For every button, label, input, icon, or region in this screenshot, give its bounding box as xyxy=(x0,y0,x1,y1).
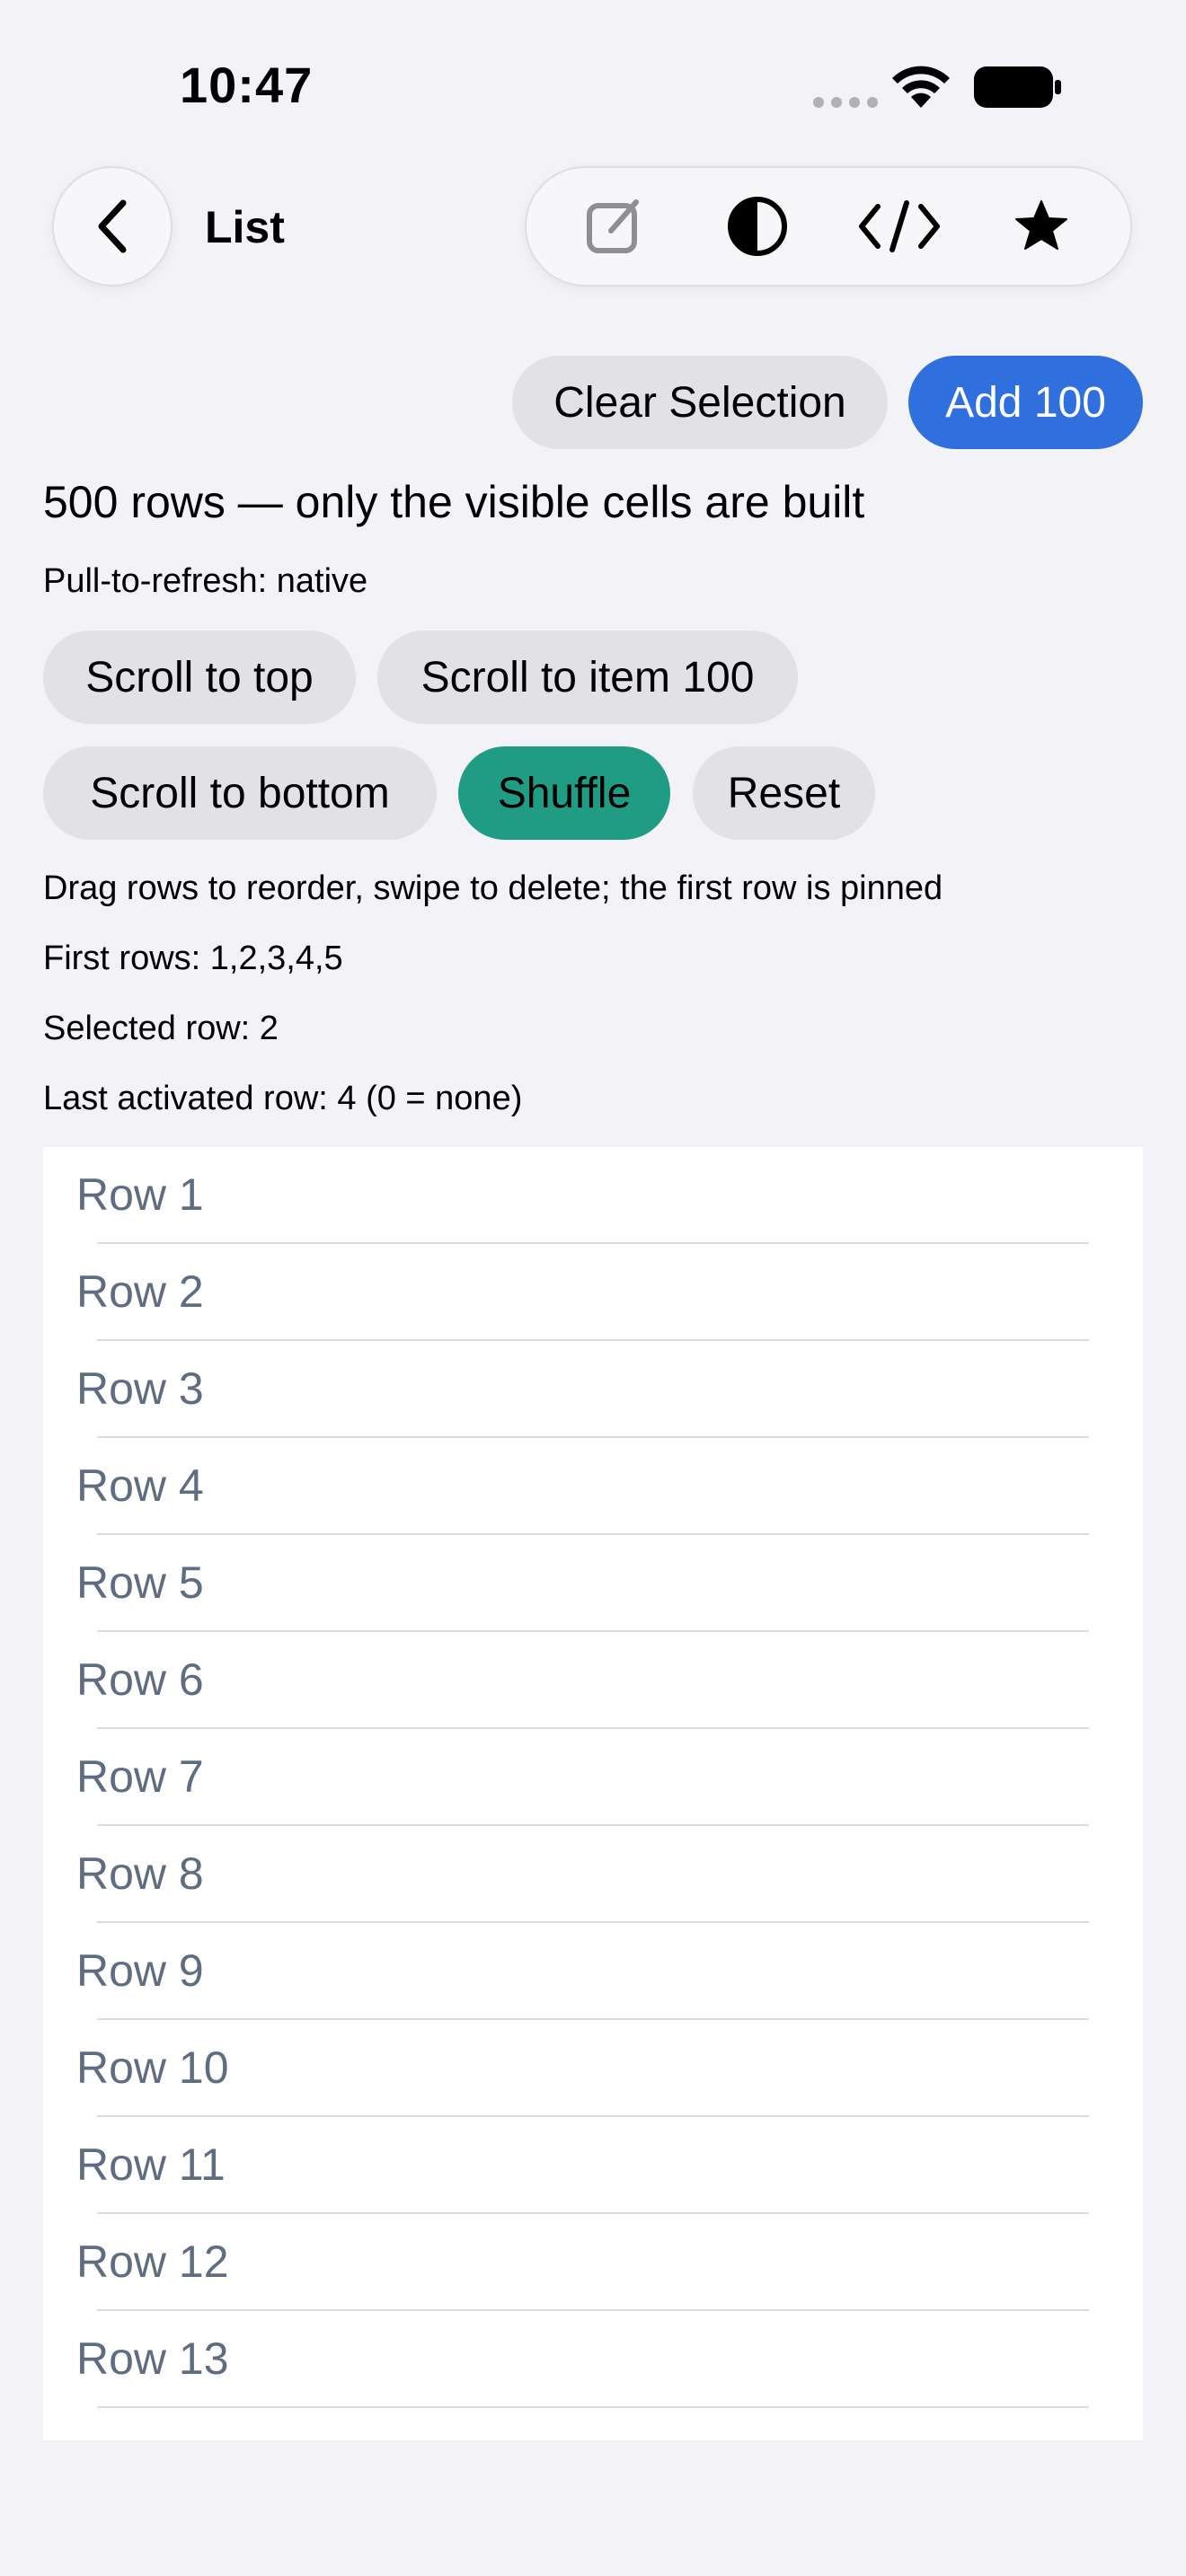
row-label: Row 11 xyxy=(76,2139,226,2190)
row-label: Row 9 xyxy=(76,1945,204,1996)
row-label: Row 7 xyxy=(76,1751,204,1802)
list-item[interactable]: Row 10 xyxy=(43,2020,1143,2117)
scroll-to-bottom-button[interactable]: Scroll to bottom xyxy=(43,746,437,840)
list-item[interactable]: Row 5 xyxy=(43,1535,1143,1632)
row-label: Row 13 xyxy=(76,2333,229,2384)
wifi-icon xyxy=(892,66,950,108)
list-item[interactable]: Row 6 xyxy=(43,1632,1143,1729)
list-item[interactable]: Row 8 xyxy=(43,1826,1143,1923)
row-label: Row 2 xyxy=(76,1266,204,1317)
edit-button[interactable] xyxy=(571,181,660,271)
code-icon xyxy=(859,200,940,252)
status-bar: 10:47 xyxy=(0,0,1186,171)
status-time: 10:47 xyxy=(180,57,314,113)
list-item[interactable]: Row 4 xyxy=(43,1438,1143,1535)
back-button[interactable] xyxy=(52,166,173,287)
row-label: Row 8 xyxy=(76,1848,204,1899)
toolbar xyxy=(525,166,1132,287)
list-item[interactable]: Row 3 xyxy=(43,1341,1143,1438)
star-icon xyxy=(1015,200,1067,250)
page-title: List xyxy=(205,202,285,252)
clear-selection-button[interactable]: Clear Selection xyxy=(512,356,888,449)
reset-button[interactable]: Reset xyxy=(693,746,875,840)
list-item[interactable]: Row 7 xyxy=(43,1729,1143,1826)
row-label: Row 1 xyxy=(76,1169,204,1220)
theme-toggle-button[interactable] xyxy=(712,181,802,271)
row-label: Row 10 xyxy=(76,2042,229,2093)
row-label: Row 5 xyxy=(76,1557,204,1608)
list-summary-heading: 500 rows — only the visible cells are bu… xyxy=(43,477,865,527)
list-item[interactable]: Row 9 xyxy=(43,1923,1143,2020)
chevron-left-icon xyxy=(98,199,127,253)
shuffle-button[interactable]: Shuffle xyxy=(458,746,670,840)
last-activated-text: Last activated row: 4 (0 = none) xyxy=(43,1080,523,1117)
first-rows-text: First rows: 1,2,3,4,5 xyxy=(43,940,343,977)
row-label: Row 12 xyxy=(76,2236,229,2287)
battery-icon xyxy=(974,66,1061,108)
add-100-button[interactable]: Add 100 xyxy=(908,356,1143,449)
row-label: Row 6 xyxy=(76,1654,204,1705)
compose-icon xyxy=(587,199,639,253)
list-item[interactable]: Row 2 xyxy=(43,1244,1143,1341)
list-item[interactable]: Row 11 xyxy=(43,2117,1143,2214)
list-item[interactable]: Row 1 xyxy=(43,1147,1143,1244)
scroll-to-top-button[interactable]: Scroll to top xyxy=(43,631,356,724)
divider xyxy=(97,2406,1089,2408)
contrast-icon xyxy=(728,197,787,256)
pull-to-refresh-text: Pull-to-refresh: native xyxy=(43,562,368,600)
scroll-to-item-100-button[interactable]: Scroll to item 100 xyxy=(377,631,798,724)
view-code-button[interactable] xyxy=(854,181,944,271)
row-label: Row 4 xyxy=(76,1460,204,1511)
row-label: Row 3 xyxy=(76,1363,204,1414)
drag-hint-text: Drag rows to reorder, swipe to delete; t… xyxy=(43,869,943,907)
list-item[interactable]: Row 13 xyxy=(43,2311,1143,2408)
rows-list[interactable]: Row 1 Row 2 Row 3 Row 4 Row 5 Row 6 Row … xyxy=(43,1147,1143,2440)
favorite-button[interactable] xyxy=(996,181,1086,271)
selected-row-text: Selected row: 2 xyxy=(43,1010,279,1047)
cellular-signal-icon xyxy=(813,97,878,108)
list-item[interactable]: Row 12 xyxy=(43,2214,1143,2311)
